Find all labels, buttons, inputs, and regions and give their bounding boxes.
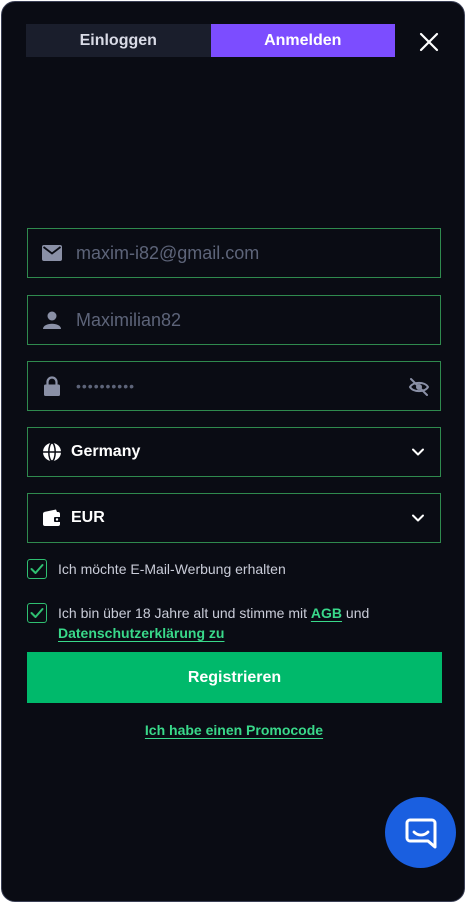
password-field[interactable] [27, 361, 441, 411]
mail-icon [42, 243, 62, 263]
email-field[interactable] [27, 228, 441, 278]
register-button[interactable]: Registrieren [27, 652, 442, 703]
promo-code-link[interactable]: Ich habe einen Promocode [2, 722, 464, 738]
globe-icon [42, 442, 62, 462]
chevron-down-icon [412, 448, 424, 456]
eye-off-icon[interactable] [408, 376, 430, 398]
checkmark-icon [30, 608, 44, 618]
password-input[interactable] [76, 362, 406, 410]
country-value: Germany [71, 443, 141, 460]
age-terms-checkbox[interactable] [27, 603, 47, 623]
email-marketing-label: Ich möchte E-Mail-Werbung erhalten [58, 561, 286, 577]
chat-icon [405, 818, 436, 848]
close-button[interactable] [416, 29, 442, 55]
wallet-icon [42, 508, 62, 528]
user-icon [42, 310, 62, 330]
currency-value: EUR [71, 509, 105, 526]
email-marketing-checkbox[interactable] [27, 559, 47, 579]
tab-login[interactable]: Einloggen [26, 24, 211, 57]
registration-modal: Einloggen Anmelden maxim-i82@gmail.com M… [1, 1, 465, 902]
auth-tabs: Einloggen Anmelden [26, 24, 395, 57]
age-terms-text-middle: und [342, 605, 370, 621]
age-terms-text: Ich bin über 18 Jahre alt und stimme mit [58, 605, 311, 621]
lock-icon [42, 376, 62, 396]
age-terms-consent: Ich bin über 18 Jahre alt und stimme mit… [27, 603, 427, 643]
chevron-down-icon [412, 514, 424, 522]
checkmark-icon [30, 564, 44, 574]
username-field[interactable] [27, 295, 441, 345]
email-marketing-consent: Ich möchte E-Mail-Werbung erhalten [27, 559, 286, 579]
agb-link[interactable]: AGB [311, 605, 342, 621]
tab-register[interactable]: Anmelden [210, 24, 395, 57]
currency-select[interactable]: EUR [27, 493, 441, 543]
age-terms-label: Ich bin über 18 Jahre alt und stimme mit… [58, 603, 369, 643]
close-icon [419, 32, 439, 52]
country-select[interactable]: Germany [27, 427, 441, 477]
username-input[interactable] [76, 296, 406, 344]
chat-button[interactable] [385, 797, 456, 868]
privacy-policy-link[interactable]: Datenschutzerklärung zu [58, 625, 224, 641]
email-input[interactable] [76, 229, 406, 277]
